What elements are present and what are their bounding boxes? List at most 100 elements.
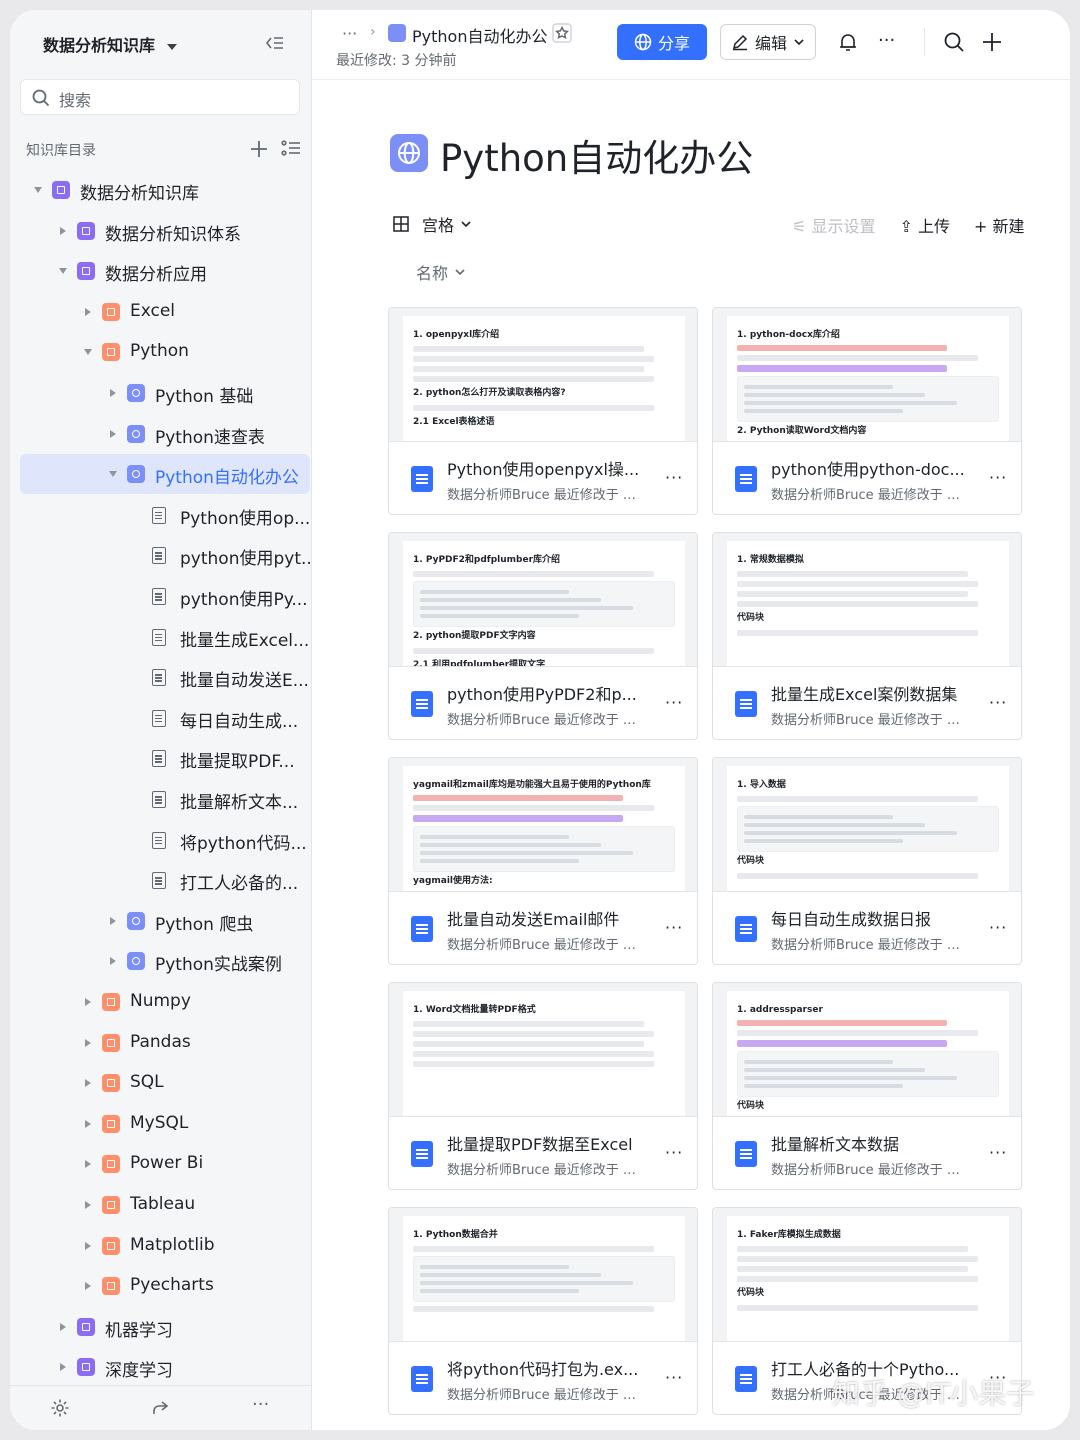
- more-icon[interactable]: ···: [665, 918, 683, 937]
- tree-item[interactable]: Python 基础: [10, 373, 312, 413]
- card-meta: 数据分析师Bruce 最近修改于 今...: [771, 938, 971, 953]
- plus-icon[interactable]: [980, 30, 1004, 54]
- tree-item[interactable]: Python 爬虫: [10, 901, 312, 941]
- tree-item[interactable]: 数据分析知识库: [10, 170, 312, 210]
- tree-item[interactable]: MySQL: [10, 1104, 312, 1144]
- expand-arrow-icon[interactable]: [82, 346, 94, 358]
- doc-card[interactable]: 1. 常规数据模拟 代码块 批量生成Excel案例数据集 数据分析师Bruce 最近修…: [712, 532, 1022, 740]
- breadcrumb-more[interactable]: ···: [342, 24, 357, 43]
- tree-item[interactable]: Pandas: [10, 1023, 312, 1063]
- share-out-icon[interactable]: [150, 1398, 170, 1418]
- tree-item[interactable]: python使用pyt...: [10, 535, 317, 575]
- tree-item[interactable]: Power Bi: [10, 1144, 312, 1184]
- more-icon[interactable]: ···: [665, 468, 683, 487]
- more-icon[interactable]: ···: [989, 693, 1007, 712]
- more-icon[interactable]: ···: [989, 468, 1007, 487]
- collapse-arrow-icon[interactable]: [82, 1280, 94, 1292]
- tree-item[interactable]: Numpy: [10, 982, 312, 1022]
- tree-item-label: 批量提取PDF...: [180, 752, 295, 773]
- sort-by-name[interactable]: 名称: [416, 260, 466, 284]
- doc-card[interactable]: 1. PyPDF2和pdfplumber库介绍 2. python提取PDF文字内…: [388, 532, 698, 740]
- kb-switcher[interactable]: 数据分析知识库: [43, 32, 178, 56]
- tree-item[interactable]: Excel: [10, 292, 312, 332]
- collapse-arrow-icon[interactable]: [82, 996, 94, 1008]
- display-settings-button[interactable]: ⚟ 显示设置: [792, 213, 875, 237]
- settings-icon[interactable]: [50, 1398, 70, 1418]
- collapse-arrow-icon[interactable]: [107, 428, 119, 440]
- tree-item[interactable]: 深度学习: [10, 1347, 312, 1387]
- expand-arrow-icon[interactable]: [32, 184, 44, 196]
- doc-card[interactable]: 1. python-docx库介绍 2. Python读取Word文档内容 pyth…: [712, 307, 1022, 515]
- more-icon[interactable]: ···: [878, 30, 895, 51]
- collapse-arrow-icon[interactable]: [57, 1361, 69, 1373]
- collapse-arrow-icon[interactable]: [82, 1077, 94, 1089]
- collapse-arrow-icon[interactable]: [82, 1158, 94, 1170]
- share-button[interactable]: 分享: [617, 24, 707, 60]
- edit-button[interactable]: 编辑: [720, 24, 816, 60]
- search-input[interactable]: 搜索: [20, 79, 300, 115]
- tree-item[interactable]: 批量生成Excel...: [10, 617, 312, 657]
- folder-icon: [102, 993, 120, 1011]
- new-button[interactable]: + 新建: [974, 213, 1025, 237]
- collapse-arrow-icon[interactable]: [82, 306, 94, 318]
- collapse-arrow-icon[interactable]: [82, 1037, 94, 1049]
- collapse-arrow-icon[interactable]: [82, 1118, 94, 1130]
- doc-card[interactable]: 1. Word文档批量转PDF格式 批量提取PDF数据至Excel 数据分析师Bru…: [388, 982, 698, 1190]
- tree-item[interactable]: Python自动化办公: [20, 454, 310, 495]
- list-outline-icon[interactable]: [280, 138, 302, 160]
- doc-card[interactable]: 1. 导入数据 代码块 每日自动生成数据日报 数据分析师Bruce 最近修改于 今..…: [712, 757, 1022, 965]
- breadcrumb-current[interactable]: Python自动化办公: [412, 23, 547, 47]
- more-icon[interactable]: ···: [665, 693, 683, 712]
- expand-arrow-icon[interactable]: [107, 468, 119, 480]
- doc-card[interactable]: yagmail和zmail库均是功能强大且易于使用的Python库 yagmail…: [388, 757, 698, 965]
- tree-item[interactable]: Python实战案例: [10, 941, 312, 981]
- document-icon: [152, 791, 166, 808]
- collapse-arrow-icon[interactable]: [82, 1240, 94, 1252]
- collapse-sidebar-icon[interactable]: [262, 32, 286, 54]
- collapse-arrow-icon[interactable]: [57, 1321, 69, 1333]
- tree-item[interactable]: Pyecharts: [10, 1266, 312, 1306]
- tree-item[interactable]: Python使用op...: [10, 495, 312, 535]
- tree-item[interactable]: 数据分析应用: [10, 251, 312, 291]
- collapse-arrow-icon[interactable]: [57, 225, 69, 237]
- add-icon[interactable]: [248, 138, 270, 160]
- tree-item[interactable]: Tableau: [10, 1185, 312, 1225]
- tree-item[interactable]: 批量自动发送E...: [10, 657, 312, 697]
- tree-item[interactable]: Matplotlib: [10, 1226, 312, 1266]
- upload-button[interactable]: ⇪ 上传: [899, 213, 950, 237]
- tree-item[interactable]: 批量解析文本...: [10, 779, 312, 819]
- preview-text-line: [413, 404, 655, 411]
- tree-item[interactable]: 打工人必备的...: [10, 860, 312, 900]
- tree-item[interactable]: 批量提取PDF...: [10, 738, 312, 778]
- tree-item[interactable]: Python速查表: [10, 414, 312, 454]
- chevron-right-icon: ›: [370, 24, 376, 40]
- doc-card[interactable]: 1. Python数据合并 将python代码打包为.ex... 数据分析师Bruc…: [388, 1207, 698, 1415]
- more-icon[interactable]: ···: [665, 1368, 683, 1387]
- folder-icon: [102, 1114, 120, 1133]
- tree-item[interactable]: 数据分析知识体系: [10, 211, 312, 251]
- preview-bullet-line: [413, 346, 644, 353]
- tree-item-label: 打工人必备的...: [180, 874, 299, 895]
- tree-item[interactable]: 机器学习: [10, 1307, 312, 1347]
- collapse-arrow-icon[interactable]: [82, 1199, 94, 1211]
- more-icon[interactable]: ···: [989, 918, 1007, 937]
- expand-arrow-icon[interactable]: [57, 265, 69, 277]
- tree-item[interactable]: 将python代码...: [10, 820, 312, 860]
- more-icon[interactable]: ···: [665, 1143, 683, 1162]
- tree-item[interactable]: 每日自动生成...: [10, 698, 312, 738]
- doc-card[interactable]: 1. addressparser 代码块 批量解析文本数据 数据分析师Bruce 最近…: [712, 982, 1022, 1190]
- tree-item[interactable]: python使用Py...: [10, 576, 312, 616]
- collapse-arrow-icon[interactable]: [107, 915, 119, 927]
- folder-icon: [102, 1033, 120, 1052]
- collapse-arrow-icon[interactable]: [107, 955, 119, 967]
- view-switcher[interactable]: 宫格: [392, 212, 472, 236]
- doc-card[interactable]: 1. openpyxl库介绍 2. python怎么打开及读取表格内容? 2.1 E…: [388, 307, 698, 515]
- collapse-arrow-icon[interactable]: [107, 387, 119, 399]
- search-icon[interactable]: [942, 30, 966, 54]
- tree-item[interactable]: Python: [10, 332, 312, 372]
- star-icon[interactable]: [552, 23, 572, 43]
- tree-item[interactable]: SQL: [10, 1063, 312, 1103]
- bell-icon[interactable]: [836, 30, 860, 54]
- more-icon[interactable]: ···: [252, 1394, 269, 1415]
- more-icon[interactable]: ···: [989, 1143, 1007, 1162]
